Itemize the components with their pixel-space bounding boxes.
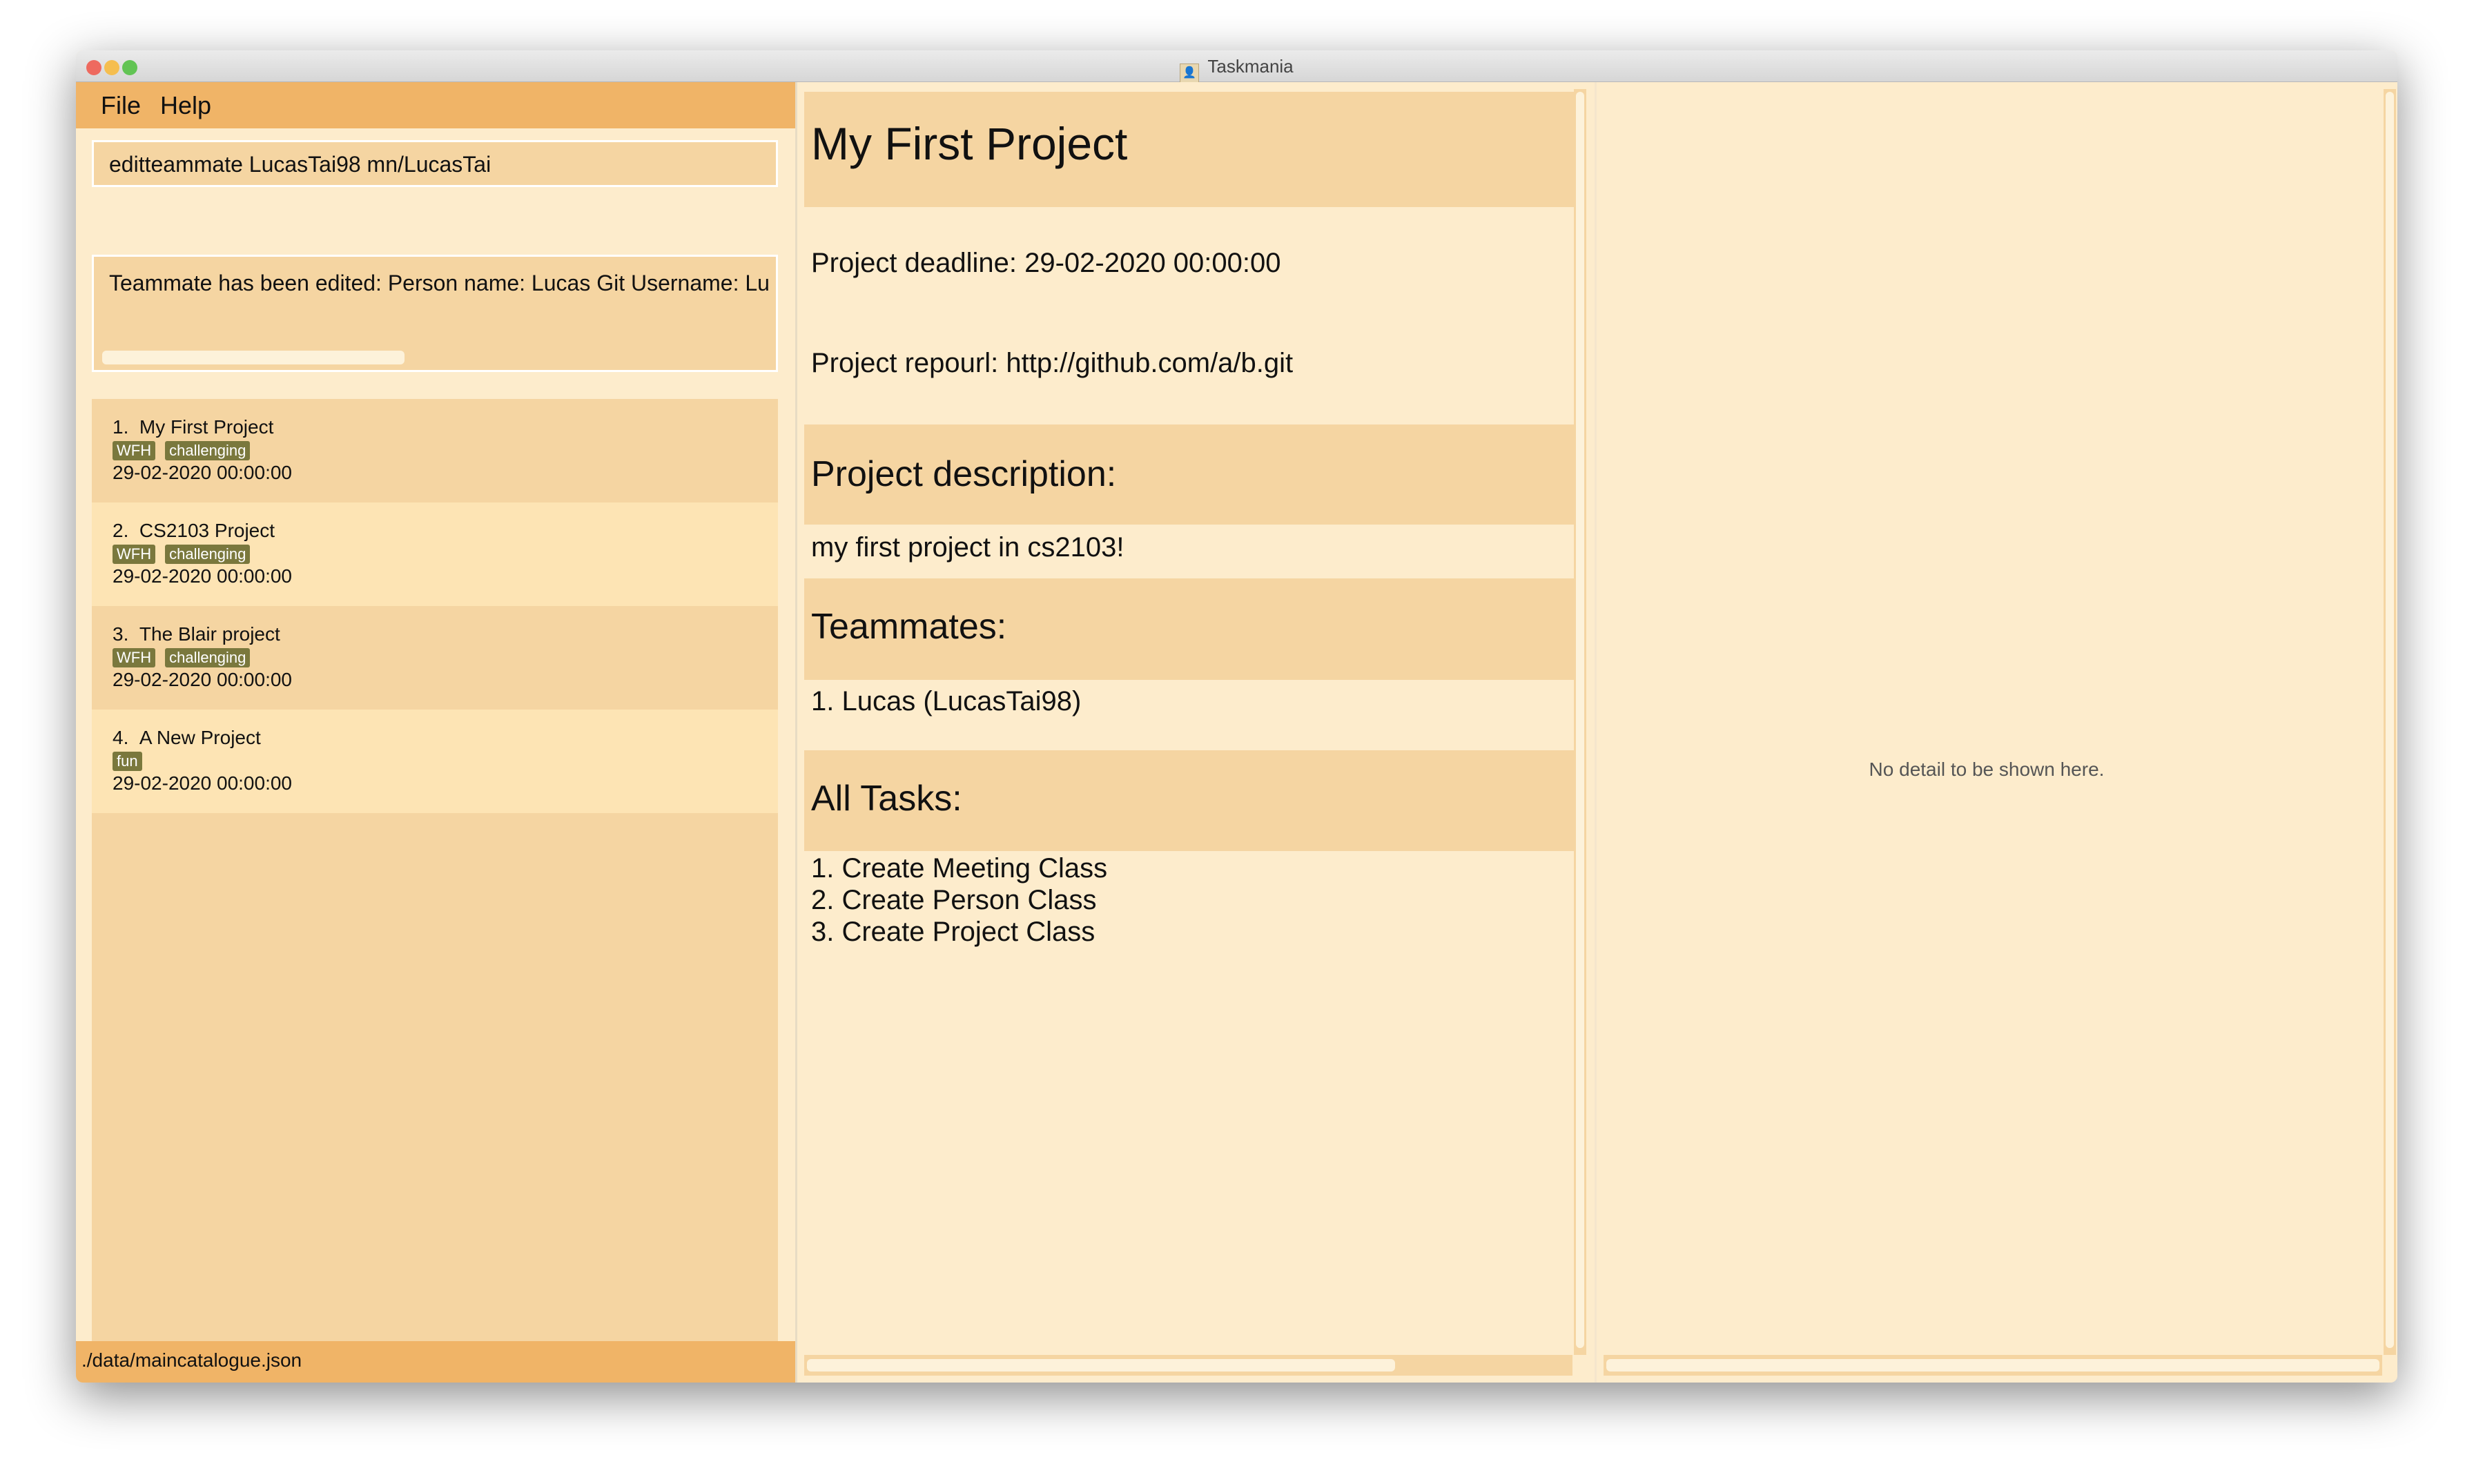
window-title: 👤 Taskmania [76, 56, 2397, 83]
task-list: 1. Create Meeting Class 2. Create Person… [804, 852, 1579, 948]
detail-horizontal-scrollbar[interactable] [804, 1355, 1572, 1376]
project-list[interactable]: 1. My First Project WFH challenging 29-02… [92, 399, 778, 1376]
tag: fun [113, 752, 142, 771]
tasks-header: All Tasks: [804, 750, 1579, 851]
description-header: Project description: [804, 424, 1579, 525]
project-deadline: Project deadline: 29-02-2020 00:00:00 [811, 248, 1281, 278]
menu-help[interactable]: Help [160, 91, 211, 120]
left-pane: File Help editteammate LucasTai98 mn/Luc… [76, 82, 797, 1383]
project-repourl: Project repourl: http://github.com/a/b.g… [811, 348, 1294, 378]
project-index: 1. [113, 416, 129, 438]
detail-vertical-scrollbar[interactable] [1574, 89, 1586, 1355]
tag: WFH [113, 441, 156, 460]
project-name: My First Project [139, 416, 274, 438]
result-text: Teammate has been edited: Person name: L… [109, 271, 770, 295]
tag: WFH [113, 545, 156, 564]
project-deadline: 29-02-2020 00:00:00 [113, 772, 292, 794]
task-item[interactable]: 1. Create Meeting Class [811, 852, 1579, 884]
command-input[interactable]: editteammate LucasTai98 mn/LucasTai [92, 140, 778, 187]
tag: challenging [165, 441, 251, 460]
task-detail-pane: No detail to be shown here. [1595, 82, 2397, 1383]
task-item[interactable]: 3. Create Project Class [811, 916, 1579, 948]
project-card[interactable]: 1. My First Project WFH challenging 29-02… [92, 399, 778, 502]
project-deadline: 29-02-2020 00:00:00 [113, 565, 292, 587]
project-description: my first project in cs2103! [811, 532, 1124, 563]
project-detail-pane: My First Project Project deadline: 29-02… [797, 82, 1588, 1383]
tag: challenging [165, 545, 251, 564]
project-deadline: 29-02-2020 00:00:00 [113, 462, 292, 483]
result-display[interactable]: Teammate has been edited: Person name: L… [92, 255, 778, 372]
title-bar: 👤 Taskmania [76, 50, 2397, 83]
result-scrollbar[interactable] [102, 351, 405, 364]
task-item[interactable]: 2. Create Person Class [811, 884, 1579, 916]
project-title: My First Project [804, 92, 1579, 207]
tag: WFH [113, 648, 156, 667]
menu-file[interactable]: File [101, 91, 141, 120]
project-card[interactable]: 3. The Blair project WFH challenging 29-0… [92, 606, 778, 710]
teammate-item: 1. Lucas (LucasTai98) [811, 686, 1082, 716]
project-index: 2. [113, 520, 129, 541]
app-icon: 👤 [1180, 64, 1200, 83]
right-horizontal-scrollbar[interactable] [1604, 1355, 2382, 1376]
project-card[interactable]: 2. CS2103 Project WFH challenging 29-02-2… [92, 502, 778, 606]
project-index: 4. [113, 727, 129, 748]
project-deadline: 29-02-2020 00:00:00 [113, 669, 292, 690]
window-title-text: Taskmania [1207, 56, 1294, 77]
teammates-header: Teammates: [804, 578, 1579, 680]
project-name: A New Project [139, 727, 261, 748]
project-index: 3. [113, 623, 129, 645]
right-vertical-scrollbar[interactable] [2384, 89, 2396, 1355]
app-window: 👤 Taskmania File Help editteammate LucasT… [76, 50, 2397, 1383]
menu-bar: File Help [76, 82, 795, 128]
project-name: CS2103 Project [139, 520, 275, 541]
project-name: The Blair project [139, 623, 280, 645]
tag: challenging [165, 648, 251, 667]
empty-detail-text: No detail to be shown here. [1869, 759, 2105, 780]
status-bar: ./data/maincatalogue.json [76, 1341, 795, 1383]
project-card[interactable]: 4. A New Project fun 29-02-2020 00:00:00 [92, 710, 778, 813]
